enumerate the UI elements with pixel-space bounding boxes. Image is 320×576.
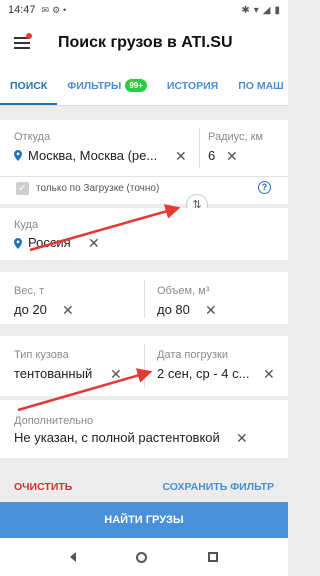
body-type-field[interactable]: Тип кузова тентованный ✕	[0, 336, 143, 396]
location-pin-icon	[14, 150, 22, 161]
notification-icon: ✉	[41, 4, 50, 15]
notification-dot-icon: •	[63, 5, 67, 15]
volume-field[interactable]: Объем, м³ до 80 ✕	[145, 272, 288, 324]
clear-weight-icon[interactable]: ✕	[62, 303, 74, 317]
system-nav-bar	[0, 538, 288, 576]
filter-actions: ОЧИСТИТЬ СОХРАНИТЬ ФИЛЬТР	[0, 472, 288, 502]
home-icon[interactable]	[136, 551, 148, 563]
radius-value: 6	[208, 148, 216, 163]
app-bar: Поиск грузов в ATI.SU	[0, 20, 288, 66]
radius-label: Радиус, км	[208, 131, 264, 143]
extra-value: Не указан, с полной растентовкой	[14, 430, 220, 445]
to-label: Куда	[14, 219, 39, 231]
settings-icon: ⚙	[52, 4, 61, 15]
find-cargo-button[interactable]: НАЙТИ ГРУЗЫ	[0, 502, 288, 538]
only-load-label: только по Загрузке (точно)	[36, 183, 160, 194]
clear-extra-icon[interactable]: ✕	[236, 431, 248, 445]
radius-field[interactable]: Радиус, км 6 ✕	[200, 120, 288, 170]
location-pin-icon	[14, 238, 22, 249]
tab-search[interactable]: ПОИСК	[0, 66, 58, 105]
tab-history-label: ИСТОРИЯ	[166, 79, 219, 92]
clear-from-icon[interactable]: ✕	[175, 149, 187, 163]
load-date-field[interactable]: Дата погрузки 2 сен, ср - 4 с... ✕	[145, 336, 288, 396]
help-icon[interactable]: ?	[258, 181, 271, 194]
divider	[0, 176, 288, 177]
extra-label: Дополнительно	[14, 415, 94, 427]
bluetooth-icon: ✱	[241, 4, 250, 16]
to-value: Россия	[28, 235, 71, 250]
body-type-label: Тип кузова	[14, 349, 69, 361]
only-load-checkbox[interactable]: ✓	[16, 182, 29, 195]
tab-by-vehicle-label: ПО МАШ	[238, 79, 284, 92]
page-title: Поиск грузов в ATI.SU	[58, 34, 233, 51]
from-field[interactable]: Откуда Москва, Москва (ре... ✕	[0, 120, 198, 170]
from-label: Откуда	[14, 131, 51, 143]
volume-label: Объем, м³	[157, 285, 210, 297]
status-icons: ✱ ▾ ◢ ▮	[241, 5, 280, 16]
weight-label: Вес, т	[14, 285, 45, 297]
status-bar: 14:47 ✉ ⚙ • ✱ ▾ ◢ ▮	[0, 0, 288, 20]
clear-load-date-icon[interactable]: ✕	[263, 367, 275, 381]
filters-count-badge: 99+	[125, 79, 147, 92]
recent-apps-icon[interactable]	[207, 552, 218, 562]
tab-history[interactable]: ИСТОРИЯ	[157, 66, 228, 105]
status-time: 14:47	[8, 4, 36, 16]
clear-volume-icon[interactable]: ✕	[205, 303, 217, 317]
save-filter-button[interactable]: СОХРАНИТЬ ФИЛЬТР	[162, 481, 274, 493]
clear-to-icon[interactable]: ✕	[88, 236, 100, 250]
back-icon[interactable]	[70, 552, 77, 562]
load-date-label: Дата погрузки	[157, 349, 228, 361]
menu-button[interactable]	[0, 20, 44, 66]
to-card[interactable]: Куда Россия ✕	[0, 208, 288, 260]
extra-card[interactable]: Дополнительно Не указан, с полной растен…	[0, 400, 288, 458]
body-type-value: тентованный	[14, 366, 93, 381]
tab-filters[interactable]: ФИЛЬТРЫ 99+	[57, 66, 157, 105]
tab-search-label: ПОИСК	[10, 79, 48, 92]
clear-body-type-icon[interactable]: ✕	[110, 367, 122, 381]
volume-value: до 80	[157, 302, 190, 317]
load-date-value: 2 сен, ср - 4 с...	[157, 366, 250, 381]
tab-filters-label: ФИЛЬТРЫ	[67, 79, 122, 92]
body-date-card: Тип кузова тентованный ✕ Дата погрузки 2…	[0, 336, 288, 396]
from-value: Москва, Москва (ре...	[28, 148, 158, 163]
from-card: Откуда Москва, Москва (ре... ✕ Радиус, к…	[0, 120, 288, 204]
weight-volume-card: Вес, т до 20 ✕ Объем, м³ до 80 ✕	[0, 272, 288, 324]
battery-icon: ▮	[274, 4, 280, 16]
clear-button[interactable]: ОЧИСТИТЬ	[14, 481, 72, 493]
notification-dot	[26, 33, 32, 39]
weight-value: до 20	[14, 302, 47, 317]
tab-bar: ПОИСК ФИЛЬТРЫ 99+ ИСТОРИЯ ПО МАШ	[0, 66, 288, 106]
clear-radius-icon[interactable]: ✕	[226, 149, 238, 163]
signal-icon: ◢	[262, 4, 271, 16]
weight-field[interactable]: Вес, т до 20 ✕	[0, 272, 143, 324]
tab-by-vehicle[interactable]: ПО МАШ	[228, 66, 288, 105]
wifi-icon: ▾	[253, 4, 259, 16]
